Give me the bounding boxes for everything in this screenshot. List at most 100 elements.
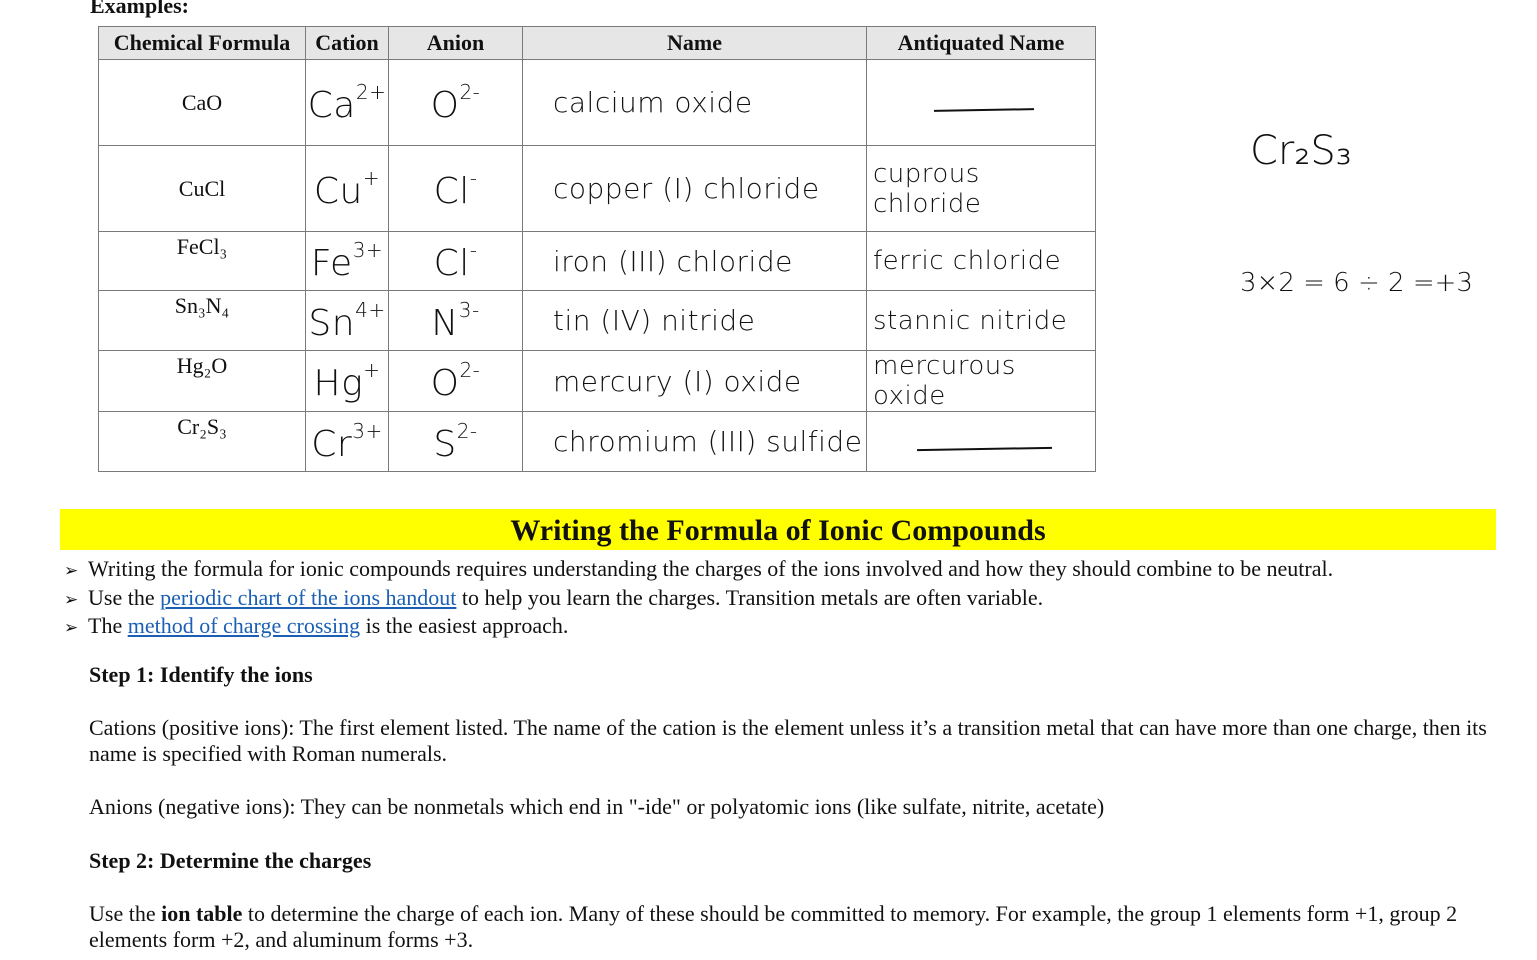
anion-symbol: N [431, 302, 459, 344]
list-item: ➢ The method of charge crossing is the ea… [64, 613, 1333, 642]
formula-text: Sn₃N₄ [174, 293, 230, 318]
examples-heading: Examples: [90, 0, 189, 18]
section-title-banner: Writing the Formula of Ionic Compounds [60, 509, 1496, 550]
formula-text: Cr₂S₃ [177, 414, 227, 439]
anion-cell: S2- [388, 411, 523, 472]
bullet-text: is the easiest approach. [360, 613, 569, 638]
formula-text: Hg₂O [176, 353, 228, 378]
formula-cell: Cr₂S₃ [98, 411, 306, 472]
cation-charge: 3+ [352, 238, 384, 262]
table-row: CaO Ca2+ O2- calcium oxide [98, 59, 1096, 146]
cation-symbol: Sn [308, 302, 356, 344]
ion-table-term: ion table [161, 901, 243, 926]
ion-table-paragraph: Use the ion table to determine the charg… [89, 901, 1489, 953]
list-item: ➢ Use the periodic chart of the ions hand… [64, 585, 1333, 614]
list-item: ➢ Writing the formula for ionic compounds… [64, 556, 1333, 585]
anion-charge: - [469, 165, 478, 190]
paragraph-text: to determine the charge of each ion. Man… [89, 901, 1458, 952]
name-cell: tin (IV) nitride [522, 290, 867, 351]
anion-symbol: Cl [433, 170, 470, 212]
formula-cell: Hg₂O [98, 350, 306, 412]
bullet-text: The [88, 613, 128, 638]
header-anion: Anion [388, 26, 523, 60]
arrow-bullet-icon: ➢ [64, 561, 79, 581]
cation-cell: Ca2+ [305, 59, 389, 146]
cation-charge: 4+ [355, 297, 386, 322]
bullet-list: ➢ Writing the formula for ionic compounds… [64, 556, 1333, 642]
step1-heading: Step 1: Identify the ions [89, 662, 313, 687]
cation-symbol: Ca [307, 84, 356, 126]
blank-dash [916, 446, 1052, 451]
anion-cell: Cl- [388, 145, 523, 232]
header-antiquated-name: Antiquated Name [866, 26, 1096, 60]
arrow-bullet-icon: ➢ [64, 589, 79, 610]
step2-heading: Step 2: Determine the charges [89, 848, 372, 873]
antiquated-cell: cuprous chloride [866, 145, 1096, 232]
anion-cell: N3- [388, 290, 523, 351]
formula-cell: FeCl₃ [98, 231, 306, 291]
antiquated-cell [866, 411, 1096, 472]
blank-dash [933, 107, 1035, 112]
antiquated-cell: mercurous oxide [866, 350, 1096, 412]
table-row: Cr₂S₃ Cr3+ S2- chromium (III) sulfide [98, 411, 1096, 472]
bullet-text: to help you learn the charges. Transitio… [456, 584, 1044, 610]
periodic-chart-link[interactable]: periodic chart of the ions handout [160, 585, 456, 610]
bullet-text: Use the [88, 584, 161, 610]
cation-symbol: Hg [313, 363, 364, 404]
name-cell: copper (I) chloride [522, 145, 867, 232]
anion-symbol: O [430, 363, 460, 404]
formula-cell: CuCl [98, 145, 306, 232]
table-row: Hg₂O Hg+ O2- mercury (I) oxide mercurous… [98, 350, 1096, 412]
anion-charge: 2- [456, 418, 478, 443]
cations-paragraph: Cations (positive ions): The first eleme… [89, 715, 1487, 766]
cation-symbol: Cu [313, 170, 363, 212]
table-row: CuCl Cu+ Cl- copper (I) chloride cuprous… [98, 145, 1096, 232]
antiquated-cell: ferric chloride [866, 231, 1096, 291]
table-header-row: Chemical Formula Cation Anion Name Antiq… [98, 26, 1096, 60]
header-name: Name [522, 26, 867, 60]
cation-cell: Hg+ [305, 350, 389, 412]
cation-charge: 3+ [352, 418, 383, 443]
cation-cell: Cu+ [305, 145, 389, 232]
cation-symbol: Fe [310, 243, 353, 284]
formula-text: FeCl₃ [176, 234, 228, 259]
anion-symbol: Cl [433, 243, 470, 284]
formula-text: CaO [181, 89, 223, 115]
name-cell: iron (III) chloride [522, 231, 867, 291]
anions-paragraph: Anions (negative ions): They can be nonm… [89, 794, 1105, 819]
handwritten-calculation-note: 3×2 = 6 ÷ 2 =+3 [1240, 268, 1473, 298]
cation-cell: Fe3+ [305, 231, 389, 291]
formula-text: CuCl [178, 175, 226, 201]
cation-charge: + [362, 165, 381, 190]
handwritten-formula-note: Cr₂S₃ [1250, 128, 1352, 174]
formula-cell: CaO [98, 59, 306, 146]
charge-crossing-link[interactable]: method of charge crossing [128, 613, 360, 638]
name-cell: chromium (III) sulfide [522, 411, 867, 472]
arrow-bullet-icon: ➢ [64, 618, 79, 638]
anion-symbol: O [430, 84, 460, 126]
antiquated-cell [866, 59, 1096, 146]
cation-charge: 2+ [355, 79, 387, 104]
anion-cell: O2- [388, 350, 523, 412]
formula-cell: Sn₃N₄ [98, 290, 306, 351]
cation-cell: Cr3+ [305, 411, 389, 472]
cation-charge: + [363, 358, 381, 382]
header-chemical-formula: Chemical Formula [98, 26, 306, 60]
anion-cell: Cl- [388, 231, 523, 291]
bullet-text: Writing the formula for ionic compounds … [88, 556, 1334, 581]
cation-cell: Sn4+ [305, 290, 389, 351]
anion-cell: O2- [388, 59, 523, 146]
anion-charge: - [469, 238, 478, 262]
cation-symbol: Cr [311, 423, 353, 465]
name-cell: calcium oxide [522, 59, 867, 146]
table-row: Sn₃N₄ Sn4+ N3- tin (IV) nitride stannic … [98, 290, 1096, 351]
paragraph-text: Use the [89, 901, 162, 926]
anion-symbol: S [433, 423, 457, 465]
ion-examples-table: Chemical Formula Cation Anion Name Antiq… [98, 26, 1096, 472]
name-cell: mercury (I) oxide [522, 350, 867, 412]
table-row: FeCl₃ Fe3+ Cl- iron (III) chloride ferri… [98, 231, 1096, 291]
antiquated-cell: stannic nitride [866, 290, 1096, 351]
anion-charge: 3- [458, 297, 480, 322]
anion-charge: 2- [459, 79, 481, 104]
anion-charge: 2- [459, 358, 481, 382]
